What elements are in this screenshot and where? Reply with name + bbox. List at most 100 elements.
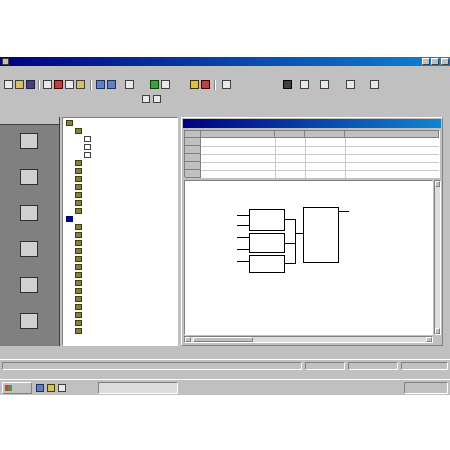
taskbar-item-active[interactable] xyxy=(98,382,178,394)
horizontal-scrollbar[interactable] xyxy=(184,336,433,343)
monitor-icon[interactable] xyxy=(222,80,231,89)
table-row[interactable] xyxy=(201,146,439,147)
tree-item[interactable] xyxy=(75,159,84,167)
tree-item[interactable] xyxy=(84,135,93,143)
tree-item[interactable] xyxy=(75,279,84,287)
fbd-canvas[interactable] xyxy=(184,180,433,335)
function-block[interactable] xyxy=(249,255,285,273)
scroll-up-button[interactable] xyxy=(435,181,440,187)
output-function-block[interactable] xyxy=(303,207,339,263)
table-row-header[interactable] xyxy=(185,162,201,170)
table-row[interactable] xyxy=(201,162,439,163)
tree-item[interactable] xyxy=(75,191,84,199)
tree-item[interactable] xyxy=(84,143,93,151)
tree-item[interactable] xyxy=(75,271,84,279)
folder-icon xyxy=(75,247,82,254)
folder-icon xyxy=(75,127,82,134)
box-icon[interactable] xyxy=(153,95,161,103)
tree-item[interactable] xyxy=(66,119,75,127)
contact-icon[interactable] xyxy=(142,95,150,103)
run-icon[interactable] xyxy=(190,80,199,89)
function-block[interactable] xyxy=(249,233,285,253)
tree-item[interactable] xyxy=(75,127,84,135)
vertical-scrollbar[interactable] xyxy=(434,180,441,335)
tree-item[interactable] xyxy=(75,311,84,319)
function-block[interactable] xyxy=(249,209,285,231)
table-row[interactable] xyxy=(201,170,439,171)
folder-icon xyxy=(75,263,82,270)
tree-item[interactable] xyxy=(75,287,84,295)
open-folder-icon[interactable] xyxy=(15,80,24,89)
scroll-left-button[interactable] xyxy=(185,337,191,342)
tree-item[interactable] xyxy=(75,223,84,231)
tree-item[interactable] xyxy=(75,263,84,271)
help-icon[interactable] xyxy=(370,80,379,89)
folder-icon xyxy=(75,199,82,206)
stop-icon[interactable] xyxy=(201,80,210,89)
nav-item-6[interactable] xyxy=(6,309,52,343)
nav-item-4[interactable] xyxy=(6,237,52,271)
window-title-bar[interactable] xyxy=(0,57,450,66)
chart-icon[interactable] xyxy=(300,80,309,89)
paste-icon[interactable] xyxy=(76,80,85,89)
tree-item[interactable] xyxy=(75,183,84,191)
tree-item[interactable] xyxy=(75,295,84,303)
quick-launch-icon[interactable] xyxy=(36,384,44,392)
app-icon[interactable] xyxy=(2,58,9,65)
nav-item-3[interactable] xyxy=(6,201,52,235)
undo-icon[interactable] xyxy=(96,80,105,89)
tree-item[interactable] xyxy=(75,167,84,175)
table-row[interactable] xyxy=(201,154,439,155)
folder-icon xyxy=(75,279,82,286)
tree-item[interactable] xyxy=(75,175,84,183)
nav-item-2[interactable] xyxy=(6,165,52,199)
nav-item-1[interactable] xyxy=(6,129,52,163)
tree-item[interactable] xyxy=(75,303,84,311)
window-icon[interactable] xyxy=(346,80,355,89)
save-icon[interactable] xyxy=(26,80,35,89)
compile-icon[interactable] xyxy=(150,80,159,89)
maximize-button[interactable] xyxy=(431,58,439,65)
navigation-bar xyxy=(0,117,60,346)
tree-item[interactable] xyxy=(75,199,84,207)
tree-item[interactable] xyxy=(66,215,75,223)
download-icon[interactable] xyxy=(161,80,170,89)
quick-launch-icon[interactable] xyxy=(47,384,55,392)
table-row-header[interactable] xyxy=(185,154,201,162)
tree-item[interactable] xyxy=(75,239,84,247)
editor-title-bar[interactable] xyxy=(183,119,441,128)
connection-line xyxy=(285,263,295,264)
tree-item[interactable] xyxy=(75,247,84,255)
nav-item-5[interactable] xyxy=(6,273,52,307)
table-row-header[interactable] xyxy=(185,170,201,178)
table-row-header[interactable] xyxy=(185,138,201,146)
status-icon[interactable] xyxy=(283,80,292,89)
cut-icon[interactable] xyxy=(54,80,63,89)
scroll-down-button[interactable] xyxy=(435,328,440,334)
minimize-button[interactable] xyxy=(422,58,430,65)
column-header-type[interactable] xyxy=(275,131,305,138)
redo-icon[interactable] xyxy=(107,80,116,89)
copy-icon[interactable] xyxy=(65,80,74,89)
symbol-table-icon xyxy=(20,169,38,185)
scroll-right-button[interactable] xyxy=(426,337,432,342)
tree-item[interactable] xyxy=(75,207,84,215)
column-header-datatype[interactable] xyxy=(305,131,345,138)
tree-item[interactable] xyxy=(84,151,93,159)
new-file-icon[interactable] xyxy=(4,80,13,89)
tool-icon[interactable] xyxy=(320,80,329,89)
tree-item[interactable] xyxy=(75,255,84,263)
start-button[interactable] xyxy=(2,382,32,394)
close-button[interactable] xyxy=(441,58,449,65)
folder-icon xyxy=(75,287,82,294)
tree-item[interactable] xyxy=(75,319,84,327)
tree-item[interactable] xyxy=(75,327,84,335)
quick-launch-icon[interactable] xyxy=(58,384,66,392)
scroll-thumb[interactable] xyxy=(193,337,253,342)
tree-item[interactable] xyxy=(75,231,84,239)
column-header-name[interactable] xyxy=(201,131,275,138)
table-row-header[interactable] xyxy=(185,146,201,154)
column-header-comment[interactable] xyxy=(345,131,439,138)
print-icon[interactable] xyxy=(43,80,52,89)
find-icon[interactable] xyxy=(125,80,134,89)
